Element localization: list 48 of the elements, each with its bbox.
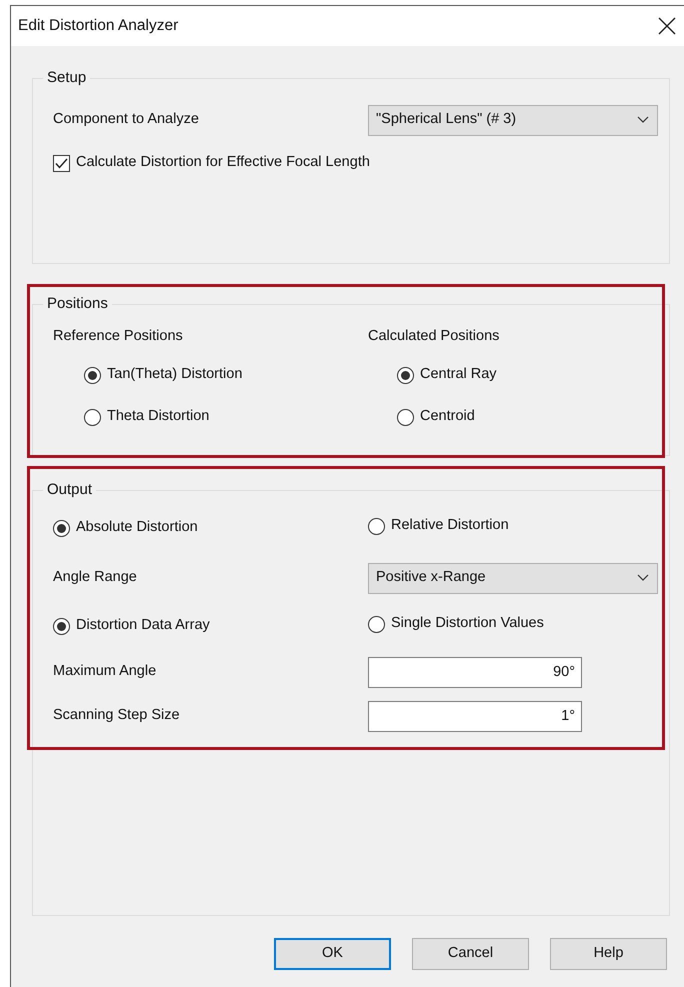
dropdown-value: Positive x-Range	[376, 568, 486, 588]
radio-label: Relative Distortion	[391, 516, 509, 536]
dialog-button[interactable]: Cancel	[412, 938, 529, 970]
radio-label: Theta Distortion	[107, 407, 210, 426]
radio-option[interactable]: Centroid	[397, 406, 475, 428]
field-label: Component to Analyze	[53, 110, 200, 130]
radio-label: Distortion Data Array	[76, 616, 210, 636]
radio-button[interactable]	[53, 618, 70, 635]
column-heading: Calculated Positions	[368, 327, 500, 346]
dialog-button[interactable]: OK	[274, 938, 391, 970]
field-label: Maximum Angle	[53, 662, 158, 682]
field-label: Angle Range	[53, 568, 138, 588]
radio-button[interactable]	[53, 520, 70, 537]
group-title: Setup	[43, 69, 90, 87]
radio-option[interactable]: Single Distortion Values	[368, 613, 544, 636]
chevron-down-icon	[637, 116, 649, 124]
radio-button[interactable]	[368, 518, 385, 535]
field-label: Scanning Step Size	[53, 706, 181, 726]
radio-label: Centroid	[420, 407, 475, 426]
radio-option[interactable]: Relative Distortion	[368, 515, 509, 538]
chevron-down-icon	[637, 574, 649, 582]
radio-label: Tan(Theta) Distortion	[107, 365, 242, 384]
radio-label: Single Distortion Values	[391, 614, 544, 634]
text-input[interactable]: 1°	[368, 700, 582, 732]
radio-option[interactable]: Absolute Distortion	[53, 517, 198, 540]
radio-label: Absolute Distortion	[76, 518, 198, 538]
radio-button[interactable]	[84, 366, 101, 384]
group-title: Output	[43, 481, 96, 499]
column-heading: Reference Positions	[53, 327, 184, 346]
text-input[interactable]: 90°	[368, 656, 582, 688]
dialog-button[interactable]: Help	[550, 938, 667, 970]
radio-button[interactable]	[84, 408, 101, 426]
radio-button[interactable]	[397, 366, 414, 384]
checkbox-label: Calculate Distortion for Effective Focal Length	[76, 153, 370, 172]
dropdown[interactable]: "Spherical Lens" (# 3)	[368, 104, 658, 136]
radio-label: Central Ray	[420, 365, 497, 384]
radio-option[interactable]: Tan(Theta) Distortion	[84, 364, 242, 386]
radio-option[interactable]: Theta Distortion	[84, 406, 210, 428]
window-title: Edit Distortion Analyzer	[18, 16, 178, 36]
radio-button[interactable]	[397, 408, 414, 426]
checkbox-option[interactable]: Calculate Distortion for Effective Focal Length	[53, 152, 370, 174]
close-icon[interactable]	[658, 17, 676, 35]
radio-button[interactable]	[368, 616, 385, 633]
radio-option[interactable]: Central Ray	[397, 364, 497, 386]
radio-option[interactable]: Distortion Data Array	[53, 615, 210, 638]
dropdown[interactable]: Positive x-Range	[368, 562, 658, 594]
checkbox[interactable]	[53, 154, 70, 172]
dropdown-value: "Spherical Lens" (# 3)	[376, 110, 516, 130]
